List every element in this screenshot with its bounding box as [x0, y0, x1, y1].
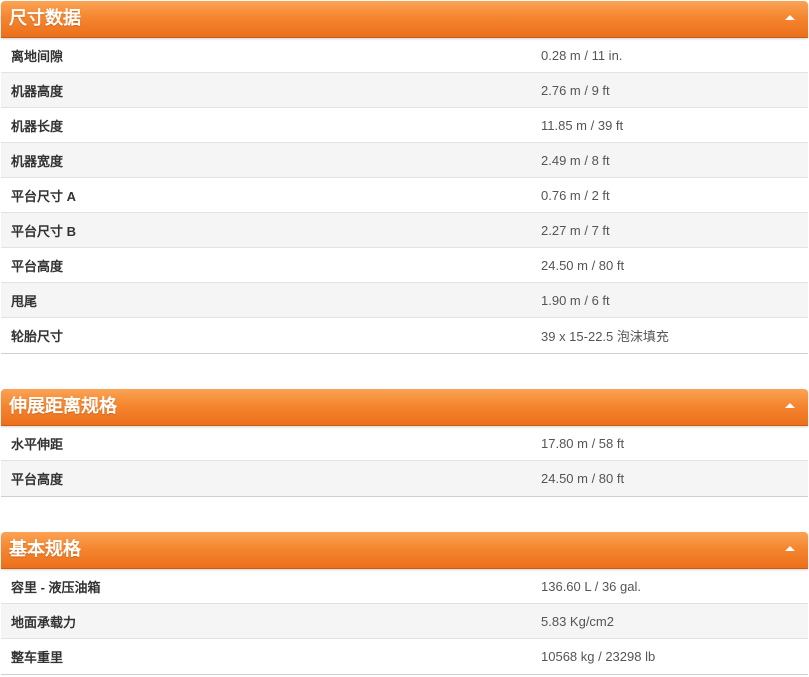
table-row: 地面承载力 5.83 Kg/cm2	[1, 604, 808, 639]
spec-table: 容里 - 液压油箱 136.60 L / 36 gal. 地面承载力 5.83 …	[1, 569, 808, 675]
spec-value: 24.50 m / 80 ft	[541, 471, 625, 486]
table-row: 机器高度 2.76 m / 9 ft	[1, 73, 808, 108]
spec-value: 2.49 m / 8 ft	[541, 152, 610, 168]
spec-label: 容里 - 液压油箱	[11, 579, 101, 595]
spec-value: 1.90 m / 6 ft	[541, 292, 610, 308]
table-row: 离地间隙 0.28 m / 11 in.	[1, 38, 808, 73]
section-title: 尺寸数据	[9, 8, 81, 29]
table-row: 水平伸距 17.80 m / 58 ft	[1, 426, 808, 461]
section-header-dimensions[interactable]: 尺寸数据	[1, 1, 808, 38]
caret-up-icon[interactable]	[785, 546, 795, 551]
table-row: 平台尺寸 B 2.27 m / 7 ft	[1, 213, 808, 248]
spec-label: 机器宽度	[11, 153, 64, 169]
spec-section-dimensions: 尺寸数据 离地间隙 0.28 m / 11 in. 机器高度 2.76 m / …	[1, 1, 808, 354]
spec-section-basic: 基本规格 容里 - 液压油箱 136.60 L / 36 gal. 地面承载力 …	[1, 532, 808, 675]
spec-value: 5.83 Kg/cm2	[541, 613, 614, 629]
spec-value: 2.27 m / 7 ft	[541, 222, 610, 238]
spec-value: 0.76 m / 2 ft	[541, 187, 610, 203]
caret-up-icon[interactable]	[785, 15, 795, 20]
section-header-basic[interactable]: 基本规格	[1, 532, 808, 569]
spec-value: 39 x 15-22.5 泡沫填充	[541, 329, 669, 344]
spec-value: 17.80 m / 58 ft	[541, 435, 625, 451]
table-row: 平台高度 24.50 m / 80 ft	[1, 461, 808, 496]
table-row: 整车重里 10568 kg / 23298 lb	[1, 639, 808, 674]
table-row: 平台尺寸 A 0.76 m / 2 ft	[1, 178, 808, 213]
spec-label: 机器长度	[11, 118, 64, 134]
spec-label: 水平伸距	[11, 436, 64, 452]
table-row: 机器宽度 2.49 m / 8 ft	[1, 143, 808, 178]
spec-table: 离地间隙 0.28 m / 11 in. 机器高度 2.76 m / 9 ft …	[1, 38, 808, 354]
spec-value: 11.85 m / 39 ft	[541, 117, 624, 133]
spec-label: 离地间隙	[11, 48, 64, 64]
table-row: 机器长度 11.85 m / 39 ft	[1, 108, 808, 143]
table-row: 轮胎尺寸 39 x 15-22.5 泡沫填充	[1, 318, 808, 353]
spec-label: 轮胎尺寸	[11, 329, 64, 344]
table-row: 平台高度 24.50 m / 80 ft	[1, 248, 808, 283]
caret-up-icon[interactable]	[785, 403, 795, 408]
spec-section-reach: 伸展距离规格 水平伸距 17.80 m / 58 ft 平台高度 24.50 m…	[1, 389, 808, 497]
spec-label: 甩尾	[11, 293, 38, 309]
section-title: 伸展距离规格	[9, 396, 117, 417]
table-row: 甩尾 1.90 m / 6 ft	[1, 283, 808, 318]
spec-label: 平台高度	[11, 258, 64, 274]
spec-label: 地面承载力	[11, 614, 77, 630]
spec-label: 平台高度	[11, 472, 64, 487]
spec-label: 平台尺寸 A	[11, 188, 77, 204]
spec-value: 10568 kg / 23298 lb	[541, 649, 656, 664]
spec-value: 24.50 m / 80 ft	[541, 257, 625, 273]
section-header-reach[interactable]: 伸展距离规格	[1, 389, 808, 426]
spec-value: 2.76 m / 9 ft	[541, 82, 610, 98]
spec-label: 平台尺寸 B	[11, 223, 77, 239]
spec-label: 机器高度	[11, 83, 64, 99]
spec-value: 0.28 m / 11 in.	[541, 47, 623, 63]
table-row: 容里 - 液压油箱 136.60 L / 36 gal.	[1, 569, 808, 604]
spec-label: 整车重里	[11, 650, 64, 665]
section-title: 基本规格	[9, 539, 81, 560]
spec-table: 水平伸距 17.80 m / 58 ft 平台高度 24.50 m / 80 f…	[1, 426, 808, 497]
spec-value: 136.60 L / 36 gal.	[541, 578, 641, 594]
